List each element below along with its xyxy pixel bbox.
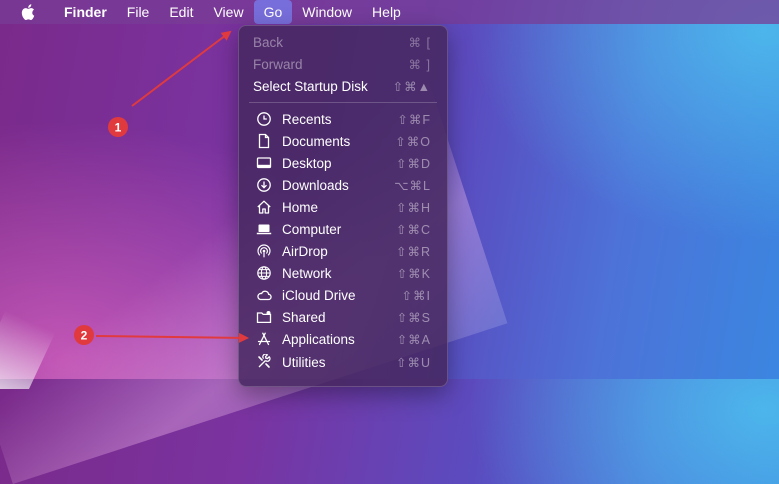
menu-item-label: Downloads xyxy=(282,177,349,193)
shared-folder-icon xyxy=(256,311,272,324)
menu-item-airdrop[interactable]: AirDrop ⇧⌘R xyxy=(239,240,447,262)
menu-item-shortcut: ⇧⌘F xyxy=(397,112,431,127)
menu-item-network[interactable]: Network ⇧⌘K xyxy=(239,262,447,284)
menu-edit[interactable]: Edit xyxy=(159,0,203,24)
menu-item-forward: Forward ⌘ ] xyxy=(239,53,447,75)
menu-item-icloud-drive[interactable]: iCloud Drive ⇧⌘I xyxy=(239,284,447,306)
menu-item-shortcut: ⌥⌘L xyxy=(394,178,431,193)
menu-item-label: iCloud Drive xyxy=(282,287,356,303)
menu-item-shortcut: ⌘ [ xyxy=(408,35,431,50)
menu-view[interactable]: View xyxy=(203,0,253,24)
menu-item-label: Forward xyxy=(253,56,303,72)
menu-item-label: Recents xyxy=(282,111,332,127)
menu-item-shortcut: ⇧⌘A xyxy=(396,332,431,347)
menu-bar: Finder File Edit View Go Window Help xyxy=(0,0,779,24)
menu-item-shared[interactable]: Shared ⇧⌘S xyxy=(239,306,447,328)
menu-item-shortcut: ⇧⌘▲ xyxy=(392,79,431,94)
go-menu-dropdown: Back ⌘ [ Forward ⌘ ] Select Startup Disk… xyxy=(238,25,448,387)
menu-item-label: Select Startup Disk xyxy=(253,78,368,94)
utilities-icon xyxy=(258,354,271,368)
menu-separator xyxy=(249,102,437,103)
menu-item-shortcut: ⇧⌘D xyxy=(395,156,431,171)
menu-item-label: Documents xyxy=(282,133,351,149)
menu-file[interactable]: File xyxy=(117,0,160,24)
download-icon xyxy=(257,178,271,192)
menu-window[interactable]: Window xyxy=(292,0,362,24)
document-icon xyxy=(258,133,270,149)
menu-item-shortcut: ⇧⌘C xyxy=(395,222,431,237)
laptop-icon xyxy=(256,224,272,235)
menu-item-desktop[interactable]: Desktop ⇧⌘D xyxy=(239,152,447,174)
menu-item-label: Back xyxy=(253,34,284,50)
menu-item-label: Home xyxy=(282,199,319,215)
menu-item-computer[interactable]: Computer ⇧⌘C xyxy=(239,218,447,240)
menu-item-shortcut: ⇧⌘H xyxy=(395,200,431,215)
menu-item-downloads[interactable]: Downloads ⌥⌘L xyxy=(239,174,447,196)
applications-icon xyxy=(257,332,271,346)
annotation-badge-1: 1 xyxy=(108,117,128,137)
menu-item-label: Desktop xyxy=(282,155,332,171)
menu-help[interactable]: Help xyxy=(362,0,411,24)
menu-item-label: Network xyxy=(282,265,332,281)
menu-item-shortcut: ⌘ ] xyxy=(408,57,431,72)
menu-item-shortcut: ⇧⌘U xyxy=(395,355,431,370)
globe-icon xyxy=(257,266,271,280)
menu-item-utilities[interactable]: Utilities ⇧⌘U xyxy=(239,351,447,373)
menu-item-shortcut: ⇧⌘R xyxy=(395,244,431,259)
airdrop-icon xyxy=(257,244,271,258)
home-icon xyxy=(257,200,271,214)
menu-item-back: Back ⌘ [ xyxy=(239,31,447,53)
menu-item-applications[interactable]: Applications ⇧⌘A xyxy=(239,328,447,350)
menu-item-shortcut: ⇧⌘K xyxy=(396,266,431,281)
clock-icon xyxy=(257,112,271,126)
cloud-icon xyxy=(257,290,272,301)
menu-item-label: AirDrop xyxy=(282,243,328,259)
menu-item-label: Applications xyxy=(282,331,355,347)
menu-item-home[interactable]: Home ⇧⌘H xyxy=(239,196,447,218)
menu-go[interactable]: Go xyxy=(253,0,293,24)
menu-item-label: Shared xyxy=(282,309,326,325)
menu-item-label: Utilities xyxy=(282,354,326,370)
annotation-arrow-1 xyxy=(131,30,232,107)
menu-item-shortcut: ⇧⌘I xyxy=(401,288,431,303)
menu-finder[interactable]: Finder xyxy=(54,0,117,24)
menu-item-shortcut: ⇧⌘O xyxy=(395,134,431,149)
desktop-icon xyxy=(256,157,272,169)
apple-logo-icon[interactable] xyxy=(20,4,36,20)
menu-item-label: Computer xyxy=(282,221,342,237)
svg-text:1: 1 xyxy=(115,121,122,135)
menu-item-documents[interactable]: Documents ⇧⌘O xyxy=(239,130,447,152)
menu-item-select-startup-disk[interactable]: Select Startup Disk ⇧⌘▲ xyxy=(239,75,447,97)
menu-item-shortcut: ⇧⌘S xyxy=(396,310,431,325)
menu-item-recents[interactable]: Recents ⇧⌘F xyxy=(239,108,447,130)
